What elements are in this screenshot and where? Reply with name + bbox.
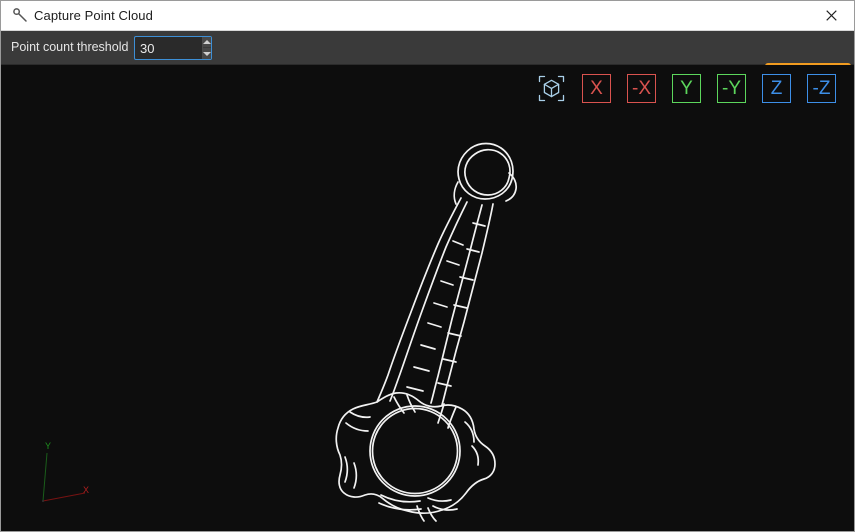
wrench-icon [7, 5, 33, 27]
chevron-down-icon[interactable] [203, 48, 211, 59]
axis-gizmo: Y X [42, 441, 89, 502]
connecting-rod-point-cloud [335, 142, 518, 522]
axis-gizmo-origin [42, 500, 44, 502]
close-icon[interactable] [808, 1, 854, 30]
capture-point-cloud-window: Capture Point Cloud Point count threshol… [0, 0, 855, 532]
chevron-up-icon[interactable] [203, 37, 211, 48]
view-z-button[interactable]: Z [762, 74, 791, 103]
view-x-button[interactable]: X [582, 74, 611, 103]
point-cloud-viewport[interactable]: X -X Y -Y Z -Z Y X [1, 65, 854, 531]
stepper-buttons [202, 37, 211, 59]
view-orientation-toolbar: X -X Y -Y Z -Z [537, 74, 836, 103]
view-neg-y-button[interactable]: -Y [717, 74, 746, 103]
axis-gizmo-x-label: X [83, 485, 89, 495]
axis-gizmo-y-label: Y [45, 441, 51, 451]
window-title: Capture Point Cloud [34, 8, 153, 23]
title-bar: Capture Point Cloud [1, 1, 854, 31]
point-count-threshold-input[interactable] [135, 37, 202, 59]
view-y-button[interactable]: Y [672, 74, 701, 103]
view-isometric-button[interactable] [537, 74, 566, 103]
point-count-threshold-label: Point count threshold [11, 40, 129, 54]
view-neg-z-button[interactable]: -Z [807, 74, 836, 103]
point-count-threshold-stepper[interactable] [134, 36, 212, 60]
view-neg-x-button[interactable]: -X [627, 74, 656, 103]
toolbar: Point count threshold Remove background … [1, 31, 854, 94]
